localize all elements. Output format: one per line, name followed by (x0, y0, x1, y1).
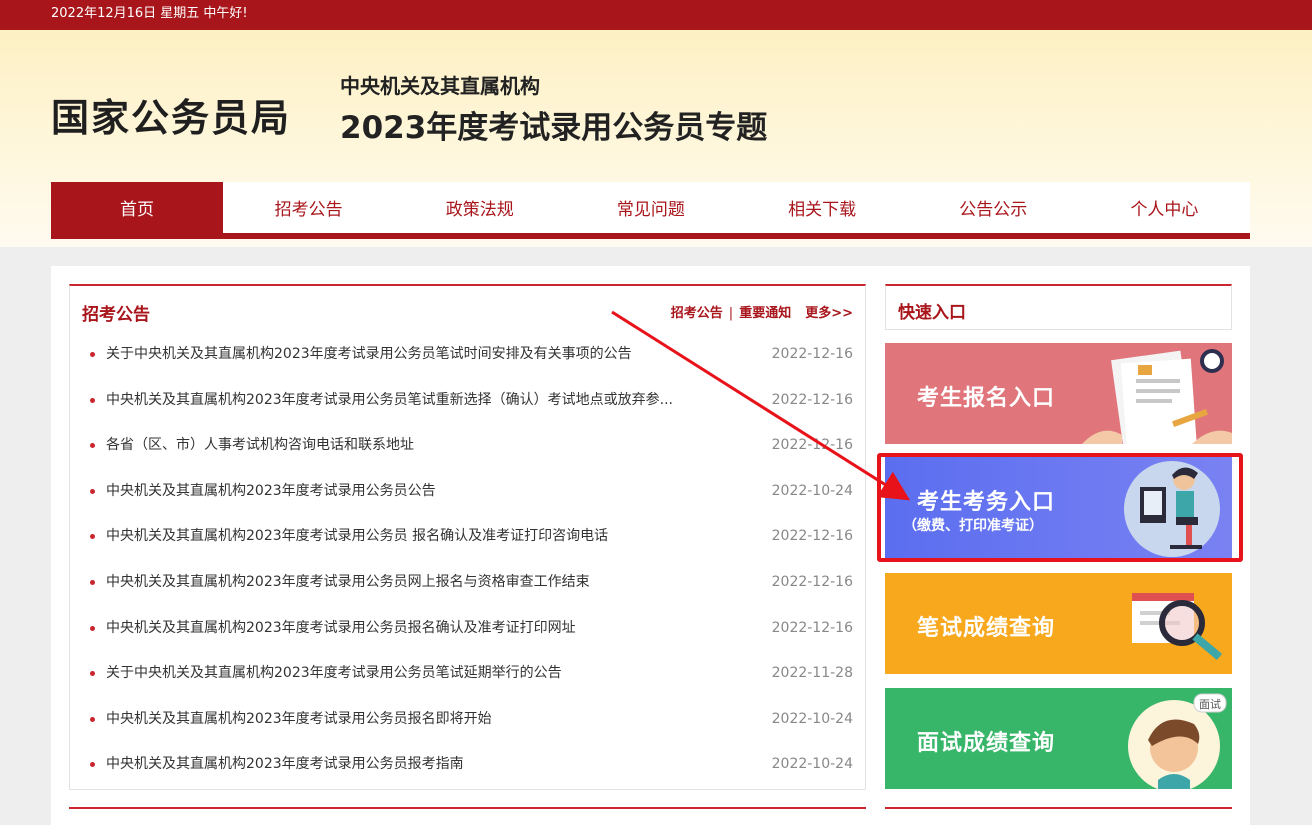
exam-affairs-entry-label: 考生考务入口 (917, 490, 1056, 515)
next-quick-panel-top-border (885, 807, 1232, 825)
news-date: 2022-12-16 (771, 437, 853, 454)
news-date: 2022-12-16 (771, 619, 853, 636)
news-title[interactable]: 中央机关及其直属机构2023年度考试录用公务员报考指南 (106, 742, 746, 788)
news-title[interactable]: 关于中央机关及其直属机构2023年度考试录用公务员笔试延期举行的公告 (106, 651, 746, 697)
news-list: 关于中央机关及其直属机构2023年度考试录用公务员笔试时间安排及有关事项的公告 2… (70, 332, 865, 788)
nav-home[interactable]: 首页 (51, 182, 223, 233)
nav-personal-center[interactable]: 个人中心 (1079, 182, 1250, 233)
list-item[interactable]: 各省（区、市）人事考试机构咨询电话和联系地址 2022-12-16 (70, 423, 865, 469)
list-item[interactable]: 关于中央机关及其直属机构2023年度考试录用公务员笔试时间安排及有关事项的公告 2… (70, 332, 865, 378)
link-separator: | (728, 306, 734, 321)
news-title[interactable]: 中央机关及其直属机构2023年度考试录用公务员报名确认及准考证打印网址 (106, 606, 746, 652)
document-illustration-icon (1082, 349, 1232, 444)
student-computer-icon (1124, 461, 1220, 557)
interviewee-avatar-icon: 面试 (1128, 693, 1227, 789)
main-nav: 首页 招考公告 政策法规 常见问题 相关下载 公告公示 个人中心 (51, 182, 1250, 239)
news-title[interactable]: 中央机关及其直属机构2023年度考试录用公务员 报名确认及准考证打印咨询电话 (106, 514, 746, 560)
news-title[interactable]: 中央机关及其直属机构2023年度考试录用公务员笔试重新选择（确认）考试地点或放弃… (106, 378, 746, 424)
list-item[interactable]: 中央机关及其直属机构2023年度考试录用公务员报考指南 2022-10-24 (70, 742, 865, 788)
news-date: 2022-10-24 (771, 482, 853, 499)
list-item[interactable]: 中央机关及其直属机构2023年度考试录用公务员网上报名与资格审查工作结束 2022… (70, 560, 865, 606)
panel-title: 招考公告 (82, 305, 150, 325)
registration-entry-label: 考生报名入口 (917, 386, 1056, 411)
nav-announcements[interactable]: 招考公告 (223, 182, 394, 233)
interview-score-query-banner[interactable]: 面试成绩查询 面试 (885, 688, 1232, 789)
news-title[interactable]: 中央机关及其直属机构2023年度考试录用公务员网上报名与资格审查工作结束 (106, 560, 746, 606)
news-date: 2022-12-16 (771, 528, 853, 545)
quick-entry-title: 快速入口 (898, 303, 966, 323)
written-score-query-label: 笔试成绩查询 (917, 616, 1056, 641)
main-content: 招考公告 招考公告 | 重要通知 更多>> 关于中央机关及其直属机构2023年度考试录… (51, 266, 1250, 825)
nav-downloads[interactable]: 相关下载 (737, 182, 908, 233)
registration-entry-banner[interactable]: 考生报名入口 (885, 343, 1232, 444)
list-item[interactable]: 中央机关及其直属机构2023年度考试录用公务员 报名确认及准考证打印咨询电话 20… (70, 514, 865, 560)
site-logo[interactable]: 国家公务员局 (51, 87, 291, 142)
list-item[interactable]: 中央机关及其直属机构2023年度考试录用公务员报名确认及准考证打印网址 2022-… (70, 606, 865, 652)
next-panel-top-border (69, 807, 866, 825)
quick-entry-header: 快速入口 (885, 284, 1232, 330)
link-announcements[interactable]: 招考公告 (671, 306, 723, 321)
news-date: 2022-12-16 (771, 573, 853, 590)
nav-notices[interactable]: 公告公示 (908, 182, 1079, 233)
list-item[interactable]: 关于中央机关及其直属机构2023年度考试录用公务员笔试延期举行的公告 2022-1… (70, 651, 865, 697)
panel-links: 招考公告 | 重要通知 更多>> (671, 302, 853, 321)
news-date: 2022-12-16 (771, 391, 853, 408)
news-title[interactable]: 各省（区、市）人事考试机构咨询电话和联系地址 (106, 423, 746, 469)
news-title[interactable]: 中央机关及其直属机构2023年度考试录用公务员报名即将开始 (106, 697, 746, 743)
exam-affairs-entry-banner[interactable]: 考生考务入口 （缴费、打印准考证） (885, 457, 1232, 558)
top-date-bar: 2022年12月16日 星期五 中午好! (0, 0, 1312, 30)
link-important-notices[interactable]: 重要通知 (739, 306, 791, 321)
list-item[interactable]: 中央机关及其直属机构2023年度考试录用公务员笔试重新选择（确认）考试地点或放弃… (70, 378, 865, 424)
interview-score-query-label: 面试成绩查询 (917, 731, 1056, 756)
svg-text:面试: 面试 (1199, 698, 1221, 711)
news-title[interactable]: 关于中央机关及其直属机构2023年度考试录用公务员笔试时间安排及有关事项的公告 (106, 332, 746, 378)
link-more[interactable]: 更多>> (805, 306, 853, 321)
header-subtitle-line1: 中央机关及其直属机构 (340, 74, 540, 98)
nav-policies[interactable]: 政策法规 (394, 182, 565, 233)
list-item[interactable]: 中央机关及其直属机构2023年度考试录用公务员报名即将开始 2022-10-24 (70, 697, 865, 743)
exam-affairs-entry-sublabel: （缴费、打印准考证） (903, 518, 1043, 534)
header-subtitle-line2: 2023年度考试录用公务员专题 (340, 110, 768, 146)
news-date: 2022-11-28 (771, 665, 853, 682)
news-title[interactable]: 中央机关及其直属机构2023年度考试录用公务员公告 (106, 469, 746, 515)
news-date: 2022-12-16 (771, 346, 853, 362)
date-greeting: 2022年12月16日 星期五 中午好! (51, 6, 248, 21)
news-date: 2022-10-24 (771, 710, 853, 727)
news-date: 2022-10-24 (771, 756, 853, 773)
announcement-panel: 招考公告 招考公告 | 重要通知 更多>> 关于中央机关及其直属机构2023年度考试录… (69, 284, 866, 790)
list-item[interactable]: 中央机关及其直属机构2023年度考试录用公务员公告 2022-10-24 (70, 469, 865, 515)
magnifier-document-icon (1132, 593, 1223, 661)
written-score-query-banner[interactable]: 笔试成绩查询 (885, 573, 1232, 674)
nav-faq[interactable]: 常见问题 (565, 182, 736, 233)
site-header: 国家公务员局 中央机关及其直属机构 2023年度考试录用公务员专题 首页 招考公… (0, 30, 1312, 247)
